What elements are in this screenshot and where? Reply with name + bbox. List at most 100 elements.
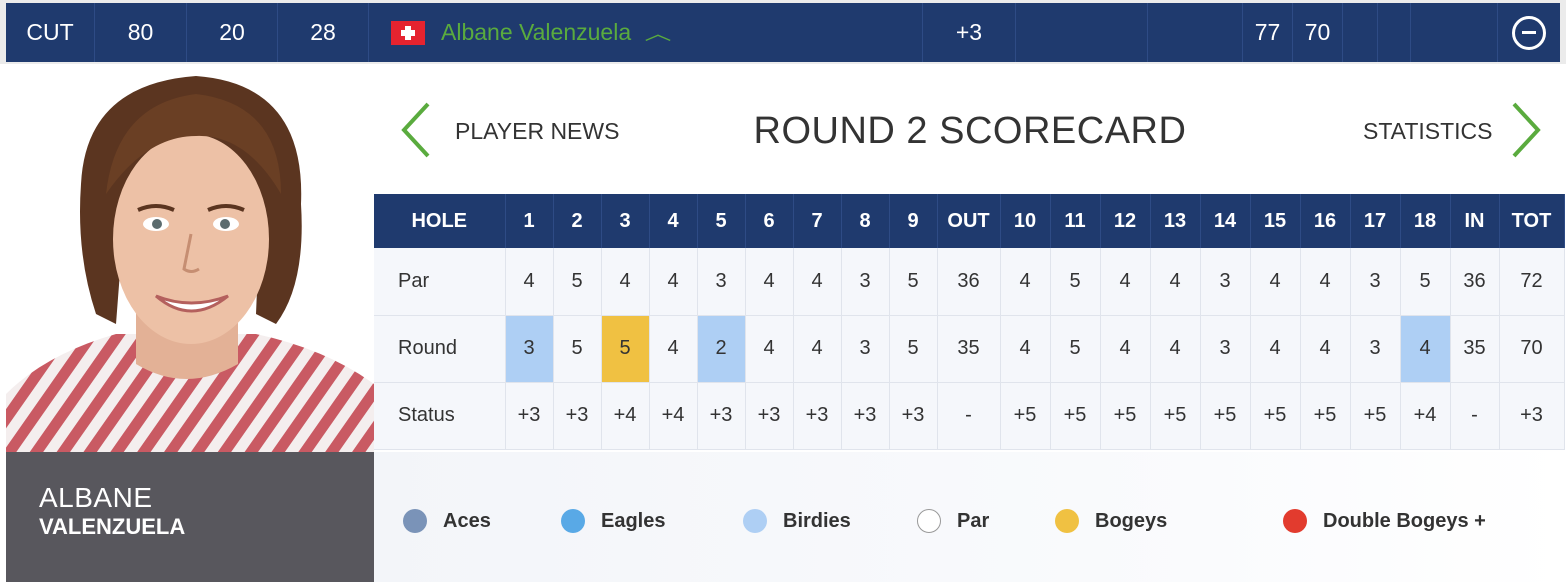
score-value: - — [1471, 404, 1478, 426]
legend-label: Double Bogeys + — [1323, 509, 1486, 532]
empty-cell — [1343, 3, 1378, 62]
score-value: +5 — [1063, 404, 1087, 426]
score-value: 4 — [1119, 269, 1131, 292]
score-cell: - — [937, 382, 1001, 450]
score-cell: 5 — [889, 315, 938, 383]
player-name-link[interactable]: Albane Valenzuela — [441, 19, 631, 46]
score-cell: +5 — [1200, 382, 1251, 450]
chevron-right-icon[interactable] — [1504, 100, 1544, 160]
hole-number-header: 10 — [1000, 194, 1051, 248]
scorecard-header-row: HOLE 1 2 3 4 5 6 7 8 9 OUT 10 11 12 13 14 15 16 17 18 IN TOT — [374, 194, 1565, 248]
score-value: 5 — [907, 269, 919, 292]
round1-cell: 77 — [1243, 3, 1293, 62]
score-cell: 4 — [1300, 248, 1351, 316]
score-value: 3 — [1369, 337, 1381, 359]
score-cell: +5 — [1050, 382, 1101, 450]
score-cell: +3 — [841, 382, 890, 450]
chevron-up-icon[interactable]: ︿ — [645, 20, 672, 46]
score-cell: +5 — [1150, 382, 1201, 450]
score-value: 4 — [763, 337, 775, 359]
player-cell[interactable]: Albane Valenzuela ︿ — [369, 3, 923, 62]
minus-circle-icon[interactable] — [1512, 15, 1546, 50]
empty-cell — [1378, 3, 1411, 62]
legend-label: Aces — [443, 509, 491, 532]
score-value: 4 — [811, 269, 823, 292]
hole-number-header: 2 — [553, 194, 602, 248]
score-cell: +3 — [1499, 382, 1565, 450]
hole-number-header: 14 — [1200, 194, 1251, 248]
score-cell: 4 — [1250, 315, 1301, 383]
statistics-link[interactable]: STATISTICS — [1363, 118, 1493, 145]
score-cell: +5 — [1100, 382, 1151, 450]
stat-cell: 20 — [187, 3, 278, 62]
double-bogeys-dot-icon — [1283, 509, 1307, 533]
hole-number-header: 9 — [889, 194, 938, 248]
score-value: 4 — [619, 269, 631, 292]
leaderboard-row[interactable]: CUT 80 20 28 Albane Valenzuela ︿ +3 77 7… — [0, 0, 1566, 64]
score-value: 4 — [1169, 337, 1181, 359]
hole-number-header: 7 — [793, 194, 842, 248]
score-value: 72 — [1520, 269, 1543, 292]
hole-number-header: OUT — [937, 194, 1001, 248]
score-value: 5 — [601, 315, 649, 382]
score-value: 5 — [1069, 269, 1081, 292]
score-legend: Aces Eagles Birdies Par Bogeys Double Bo… — [374, 452, 1566, 582]
score-value: +5 — [1213, 404, 1237, 426]
score-value: +3 — [901, 404, 925, 426]
score-value: 5 — [571, 337, 583, 359]
score-value: 5 — [571, 269, 583, 292]
swiss-flag-icon — [391, 20, 425, 45]
score-cell: +5 — [1000, 382, 1051, 450]
score-value: 4 — [1269, 269, 1281, 292]
score-cell: 4 — [1150, 315, 1201, 383]
score-value: +3 — [853, 404, 877, 426]
legend-label: Bogeys — [1095, 509, 1168, 532]
score-cell: 70 — [1499, 315, 1565, 383]
score-value: +5 — [1013, 404, 1037, 426]
score-cell: 3 — [1200, 248, 1251, 316]
score-cell: 5 — [889, 248, 938, 316]
score-value: +3 — [709, 404, 733, 426]
score-value: +4 — [1413, 404, 1437, 426]
score-cell: 4 — [649, 315, 698, 383]
eagles-dot-icon — [561, 509, 585, 533]
score-cell: 4 — [793, 315, 842, 383]
legend-item-aces: Aces — [403, 509, 491, 533]
score-cell: +3 — [697, 382, 746, 450]
hole-number-header: 16 — [1300, 194, 1351, 248]
hole-number-header: 8 — [841, 194, 890, 248]
score-value: 3 — [1369, 269, 1381, 292]
to-par-cell: +3 — [923, 3, 1016, 62]
score-cell: 4 — [745, 315, 794, 383]
score-value: 35 — [957, 337, 980, 359]
player-first-name: ALBANE — [39, 482, 153, 513]
score-cell: 5 — [553, 315, 602, 383]
score-value: 2 — [697, 315, 745, 382]
score-cell: 4 — [601, 248, 650, 316]
hole-number-header: 13 — [1150, 194, 1201, 248]
score-value: 5 — [1069, 337, 1081, 359]
empty-cell — [1016, 3, 1148, 62]
position-cell: CUT — [6, 3, 95, 62]
round2-cell: 70 — [1293, 3, 1343, 62]
collapse-cell[interactable] — [1498, 3, 1560, 62]
scorecard-row-status: Status +3 +3 +4 +4 +3 +3 +3 +3 +3 - +5 +5 +5 +5 +5 +5 +5 +… — [374, 382, 1565, 450]
score-cell: 3 — [697, 248, 746, 316]
empty-cell — [1148, 3, 1243, 62]
legend-item-bogeys: Bogeys — [1055, 509, 1167, 533]
score-value: 4 — [1169, 269, 1181, 292]
hole-number-header: TOT — [1499, 194, 1565, 248]
score-cell: 4 — [745, 248, 794, 316]
par-dot-icon — [917, 509, 941, 533]
scorecard-row-round: Round 3 5 5 4 2 4 4 3 5 35 4 5 4 4 3 4 4 3 4 35 70 — [374, 315, 1565, 383]
birdies-dot-icon — [743, 509, 767, 533]
score-value: 4 — [667, 337, 679, 359]
score-cell: 4 — [649, 248, 698, 316]
score-cell: +3 — [745, 382, 794, 450]
aces-dot-icon — [403, 509, 427, 533]
legend-item-par: Par — [917, 509, 989, 533]
score-value: 4 — [1319, 337, 1331, 359]
player-photo — [6, 64, 374, 452]
score-value: 4 — [1269, 337, 1281, 359]
hole-number-header: 3 — [601, 194, 650, 248]
